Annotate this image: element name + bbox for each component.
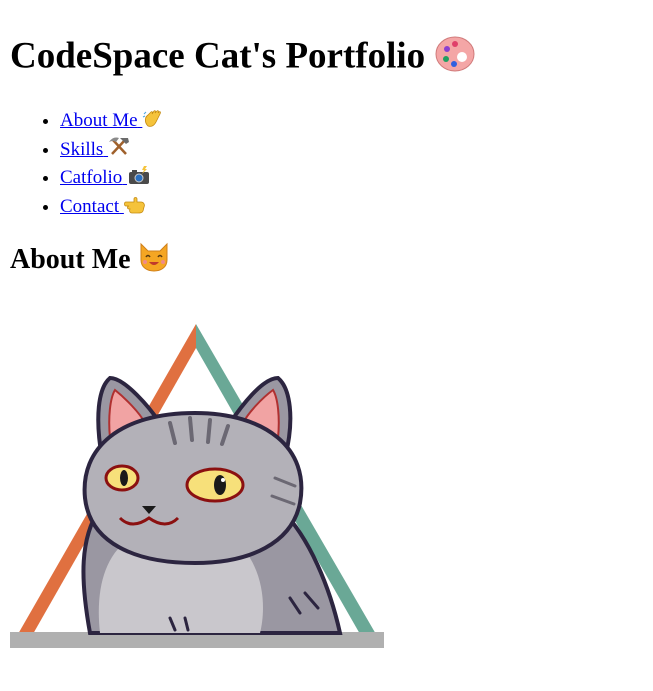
camera-with-flash-icon: [127, 165, 151, 193]
backhand-index-pointing-left-icon: [123, 194, 146, 222]
nav-link-contact[interactable]: Contact: [60, 196, 146, 217]
smiling-cat-icon: [138, 242, 170, 281]
nav-item-skills: Skills: [60, 136, 164, 165]
nav-item-contact: Contact: [60, 193, 164, 222]
nav-link-skills[interactable]: Skills: [60, 137, 130, 160]
nav-link-catfolio[interactable]: Catfolio: [60, 165, 151, 188]
nav-list: About Me Skills: [10, 107, 164, 222]
cat-illustration-icon: [10, 324, 384, 648]
palette-icon: [434, 33, 476, 85]
nav-item-about-me: About Me: [60, 107, 164, 136]
about-me-heading: About Me: [10, 242, 170, 281]
waving-hand-icon: [142, 108, 164, 136]
nav-link-about-me[interactable]: About Me: [60, 109, 164, 131]
page-title: CodeSpace Cat's Portfolio: [10, 33, 476, 85]
cat-illustration: [10, 318, 390, 653]
hammer-and-pick-icon: [108, 136, 130, 164]
nav-item-catfolio: Catfolio: [60, 164, 164, 193]
page-title-text: CodeSpace Cat's Portfolio: [10, 35, 426, 77]
about-me-heading-text: About Me: [10, 243, 131, 275]
